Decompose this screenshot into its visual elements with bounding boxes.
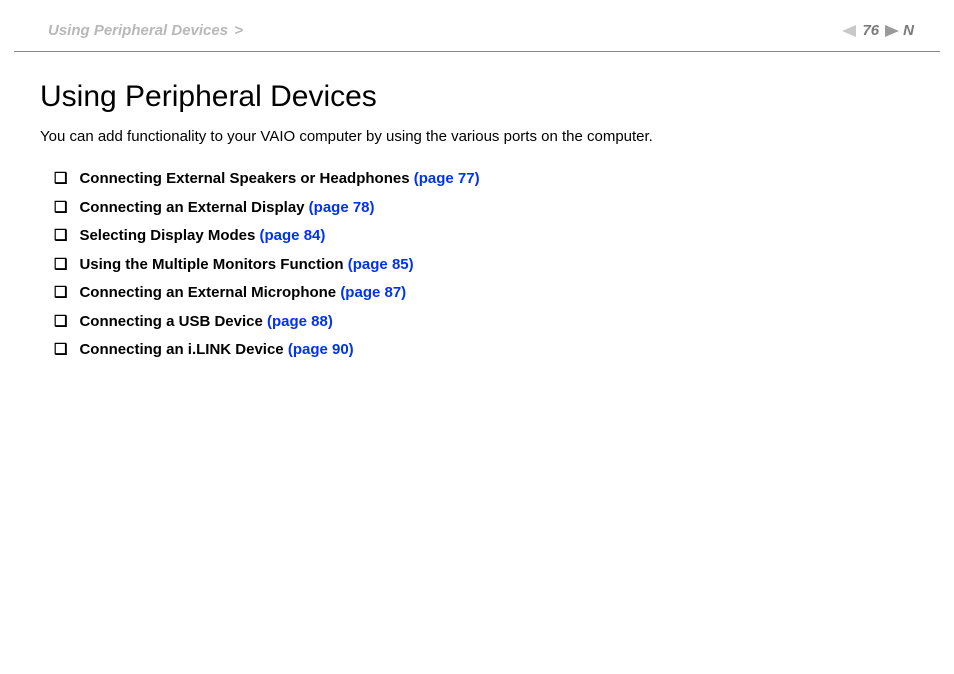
item-label: Connecting an External Display xyxy=(79,199,308,216)
page-ref-link[interactable]: (page 85) xyxy=(348,256,414,273)
list-item-text: Using the Multiple Monitors Function (pa… xyxy=(79,255,413,275)
page-ref-link[interactable]: (page 87) xyxy=(340,284,406,301)
list-item: ❑ Connecting an External Display (page 7… xyxy=(54,198,914,218)
next-page-arrow-icon[interactable] xyxy=(885,25,899,37)
prev-page-arrow-icon[interactable] xyxy=(842,25,856,37)
list-item: ❑ Connecting an i.LINK Device (page 90) xyxy=(54,340,914,360)
bullet-icon: ❑ xyxy=(54,226,67,246)
bullet-icon: ❑ xyxy=(54,340,67,360)
page-ref-link[interactable]: (page 78) xyxy=(309,199,375,216)
list-item: ❑ Connecting a USB Device (page 88) xyxy=(54,312,914,332)
item-label: Connecting an External Microphone xyxy=(79,284,340,301)
page-title: Using Peripheral Devices xyxy=(40,80,914,114)
list-item: ❑ Using the Multiple Monitors Function (… xyxy=(54,255,914,275)
list-item-text: Connecting a USB Device (page 88) xyxy=(79,312,332,332)
list-item: ❑ Selecting Display Modes (page 84) xyxy=(54,226,914,246)
list-item-text: Connecting an External Microphone (page … xyxy=(79,283,406,303)
bullet-icon: ❑ xyxy=(54,255,67,275)
bullet-icon: ❑ xyxy=(54,169,67,189)
header: Using Peripheral Devices > 76 N xyxy=(0,0,954,51)
page-ref-link[interactable]: (page 88) xyxy=(267,313,333,330)
list-item-text: Selecting Display Modes (page 84) xyxy=(79,226,325,246)
list-item-text: Connecting an i.LINK Device (page 90) xyxy=(79,340,353,360)
bullet-icon: ❑ xyxy=(54,312,67,332)
item-label: Connecting a USB Device xyxy=(79,313,267,330)
topic-list: ❑ Connecting External Speakers or Headph… xyxy=(40,169,914,360)
breadcrumb-separator: > xyxy=(234,22,243,39)
content-area: Using Peripheral Devices You can add fun… xyxy=(0,52,954,360)
page-ref-link[interactable]: (page 77) xyxy=(414,170,480,187)
item-label: Connecting External Speakers or Headphon… xyxy=(79,170,413,187)
list-item-text: Connecting an External Display (page 78) xyxy=(79,198,374,218)
page-number: 76 xyxy=(862,22,879,39)
breadcrumb: Using Peripheral Devices > xyxy=(48,22,243,39)
bullet-icon: ❑ xyxy=(54,198,67,218)
list-item-text: Connecting External Speakers or Headphon… xyxy=(79,169,479,189)
n-label: N xyxy=(903,22,914,39)
list-item: ❑ Connecting External Speakers or Headph… xyxy=(54,169,914,189)
list-item: ❑ Connecting an External Microphone (pag… xyxy=(54,283,914,303)
item-label: Connecting an i.LINK Device xyxy=(79,341,287,358)
intro-text: You can add functionality to your VAIO c… xyxy=(40,128,914,145)
bullet-icon: ❑ xyxy=(54,283,67,303)
page-ref-link[interactable]: (page 90) xyxy=(288,341,354,358)
page-ref-link[interactable]: (page 84) xyxy=(260,227,326,244)
page-navigation: 76 N xyxy=(842,22,914,39)
item-label: Selecting Display Modes xyxy=(79,227,259,244)
breadcrumb-text: Using Peripheral Devices xyxy=(48,22,228,39)
item-label: Using the Multiple Monitors Function xyxy=(79,256,347,273)
